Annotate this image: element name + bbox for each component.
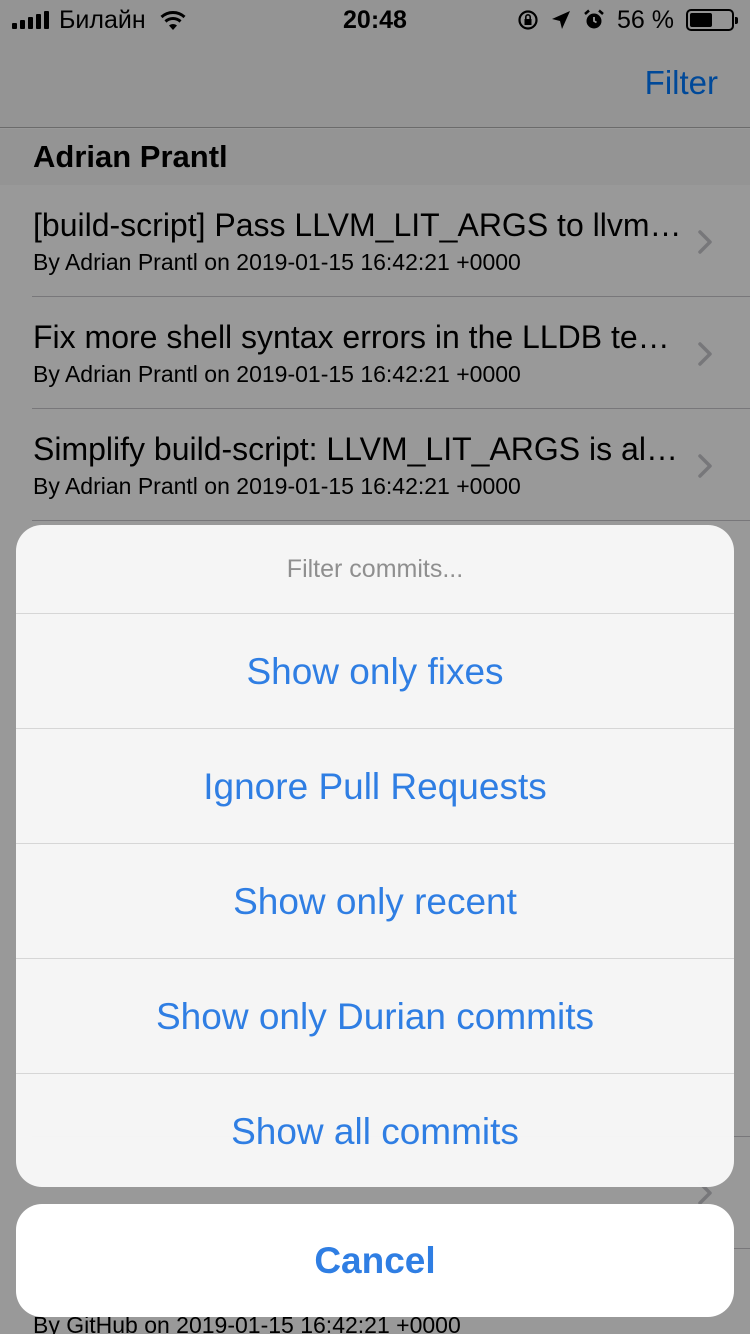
filter-action-sheet: Filter commits... Show only fixes Ignore…	[16, 525, 734, 1187]
ignore-pull-requests-option[interactable]: Ignore Pull Requests	[16, 729, 734, 844]
cancel-button[interactable]: Cancel	[16, 1204, 734, 1317]
show-all-commits-option[interactable]: Show all commits	[16, 1074, 734, 1187]
show-only-recent-option[interactable]: Show only recent	[16, 844, 734, 959]
show-only-durian-commits-option[interactable]: Show only Durian commits	[16, 959, 734, 1074]
show-only-fixes-option[interactable]: Show only fixes	[16, 614, 734, 729]
action-sheet-title: Filter commits...	[16, 525, 734, 614]
